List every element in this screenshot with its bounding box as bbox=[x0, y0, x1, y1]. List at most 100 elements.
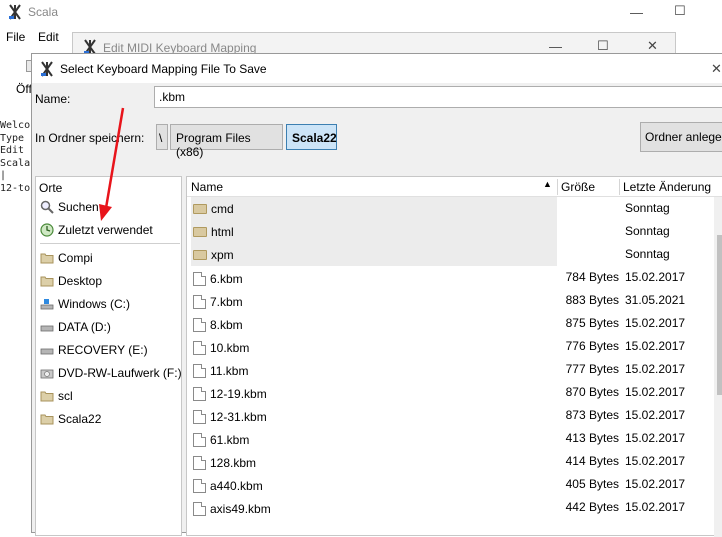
file-name: 12-19.kbm bbox=[210, 387, 267, 401]
file-name: xpm bbox=[211, 247, 234, 262]
file-size: 405 Bytes bbox=[565, 477, 619, 491]
place-recent[interactable]: Zuletzt verwendet bbox=[40, 220, 153, 240]
file-date: Sonntag bbox=[625, 247, 670, 261]
file-icon bbox=[193, 502, 206, 516]
place-desktop[interactable]: Desktop bbox=[40, 271, 102, 291]
save-in-folder-label: In Ordner speichern: bbox=[35, 131, 145, 145]
toolbar-label-fragment: Öff bbox=[16, 82, 32, 96]
file-row[interactable]: 12-31.kbm 873 Bytes 15.02.2017 bbox=[187, 404, 712, 427]
menu-file[interactable]: File bbox=[6, 30, 25, 44]
file-row[interactable]: 61.kbm 413 Bytes 15.02.2017 bbox=[187, 427, 712, 450]
file-date: 15.02.2017 bbox=[625, 454, 686, 468]
place-scala22[interactable]: Scala22 bbox=[40, 409, 101, 429]
console-line: Edit bbox=[0, 145, 25, 156]
column-header-date[interactable]: Letzte Änderung bbox=[623, 180, 711, 194]
file-icon bbox=[193, 433, 206, 447]
place-data-d[interactable]: DATA (D:) bbox=[40, 317, 111, 337]
edit-close-icon[interactable]: ✕ bbox=[647, 39, 658, 52]
file-date: 31.05.2021 bbox=[625, 293, 686, 307]
file-name: 6.kbm bbox=[210, 272, 243, 286]
scala-app-icon bbox=[40, 61, 54, 77]
file-row[interactable]: 11.kbm 777 Bytes 15.02.2017 bbox=[187, 358, 712, 381]
file-row[interactable]: 6.kbm 784 Bytes 15.02.2017 bbox=[187, 266, 712, 289]
file-row[interactable]: 8.kbm 875 Bytes 15.02.2017 bbox=[187, 312, 712, 335]
main-minimize-icon[interactable]: — bbox=[630, 6, 643, 19]
file-name: 11.kbm bbox=[210, 364, 249, 378]
edit-minimize-icon[interactable]: — bbox=[549, 40, 562, 53]
console-line: | bbox=[0, 170, 7, 181]
column-header-size[interactable]: Größe bbox=[561, 180, 595, 194]
place-scl[interactable]: scl bbox=[40, 386, 73, 406]
file-name: a440.kbm bbox=[210, 479, 263, 493]
file-icon bbox=[193, 410, 206, 424]
file-row[interactable]: 12-19.kbm 870 Bytes 15.02.2017 bbox=[187, 381, 712, 404]
file-date: 15.02.2017 bbox=[625, 385, 686, 399]
file-size: 784 Bytes bbox=[565, 270, 619, 284]
place-label: Desktop bbox=[58, 274, 103, 288]
file-row[interactable]: 128.kbm 414 Bytes 15.02.2017 bbox=[187, 450, 712, 473]
scala-app-icon bbox=[8, 4, 22, 20]
file-row[interactable]: 7.kbm 883 Bytes 31.05.2021 bbox=[187, 289, 712, 312]
folder-icon bbox=[193, 226, 207, 237]
main-menubar: File Edit bbox=[0, 28, 80, 48]
file-icon bbox=[193, 295, 206, 309]
main-maximize-icon[interactable]: ☐ bbox=[674, 4, 686, 17]
file-name: 128.kbm bbox=[210, 456, 257, 470]
file-size: 870 Bytes bbox=[565, 385, 619, 399]
file-name: html bbox=[211, 224, 234, 239]
windows-drive-icon bbox=[40, 297, 54, 311]
file-row[interactable]: xpm Sonntag bbox=[187, 243, 712, 266]
new-folder-button[interactable]: Ordner anlegen bbox=[640, 122, 722, 152]
file-size: 442 Bytes bbox=[565, 500, 619, 514]
place-dvd-f[interactable]: DVD-RW-Laufwerk (F:) bbox=[40, 363, 182, 383]
column-header-name[interactable]: Name bbox=[191, 180, 223, 194]
file-name: 12-31.kbm bbox=[210, 410, 267, 424]
breadcrumb-program-files[interactable]: Program Files (x86) bbox=[170, 124, 283, 159]
place-compi[interactable]: Compi bbox=[40, 248, 93, 268]
file-row[interactable]: axis49.kbm 442 Bytes 15.02.2017 bbox=[187, 496, 712, 519]
file-row[interactable]: html Sonntag bbox=[187, 220, 712, 243]
place-label: Scala22 bbox=[58, 412, 102, 426]
file-date: 15.02.2017 bbox=[625, 500, 686, 514]
edit-maximize-icon[interactable]: ☐ bbox=[597, 39, 609, 52]
column-separator[interactable] bbox=[557, 179, 558, 195]
menu-edit[interactable]: Edit bbox=[38, 30, 59, 44]
file-row[interactable]: 10.kbm 776 Bytes 15.02.2017 bbox=[187, 335, 712, 358]
drive-icon bbox=[40, 343, 54, 357]
name-label: Name: bbox=[35, 92, 71, 106]
folder-icon bbox=[40, 389, 54, 403]
scrollbar-thumb[interactable] bbox=[717, 235, 722, 395]
places-header: Orte bbox=[39, 181, 63, 195]
main-window-title: Scala bbox=[28, 5, 59, 19]
places-pane: Orte Suchen Zuletzt verwendet Compi Desk… bbox=[35, 176, 182, 536]
file-date: 15.02.2017 bbox=[625, 270, 686, 284]
sort-ascending-icon: ▲ bbox=[543, 179, 552, 189]
place-label: DATA (D:) bbox=[58, 320, 111, 334]
place-recovery-e[interactable]: RECOVERY (E:) bbox=[40, 340, 148, 360]
column-separator[interactable] bbox=[619, 179, 620, 195]
place-label: DVD-RW-Laufwerk (F:) bbox=[58, 366, 182, 380]
breadcrumb-scala22[interactable]: Scala22 bbox=[286, 124, 337, 150]
file-list: Name ▲ Größe Letzte Änderung cmd Sonntag… bbox=[186, 176, 722, 537]
place-search[interactable]: Suchen bbox=[40, 197, 99, 217]
file-icon bbox=[193, 387, 206, 401]
place-windows-c[interactable]: Windows (C:) bbox=[40, 294, 130, 314]
filename-input[interactable]: .kbm bbox=[154, 86, 722, 108]
file-size: 413 Bytes bbox=[565, 431, 619, 445]
file-row[interactable]: cmd Sonntag bbox=[187, 197, 712, 220]
place-label: Windows (C:) bbox=[58, 297, 131, 311]
dialog-close-icon[interactable]: ✕ bbox=[711, 62, 722, 75]
console-output: Welco Type Edit Scala | 12-to bbox=[0, 120, 30, 195]
console-line: Welco bbox=[0, 120, 31, 131]
file-name: axis49.kbm bbox=[210, 502, 271, 516]
file-list-header: Name ▲ Größe Letzte Änderung bbox=[187, 177, 722, 197]
file-size: 414 Bytes bbox=[565, 454, 619, 468]
breadcrumb-root[interactable]: \ bbox=[156, 124, 168, 150]
file-icon bbox=[193, 318, 206, 332]
folder-icon bbox=[193, 249, 207, 260]
file-icon bbox=[193, 479, 206, 493]
folder-icon bbox=[40, 274, 54, 288]
file-icon bbox=[193, 364, 206, 378]
file-row[interactable]: a440.kbm 405 Bytes 15.02.2017 bbox=[187, 473, 712, 496]
file-icon bbox=[193, 456, 206, 470]
